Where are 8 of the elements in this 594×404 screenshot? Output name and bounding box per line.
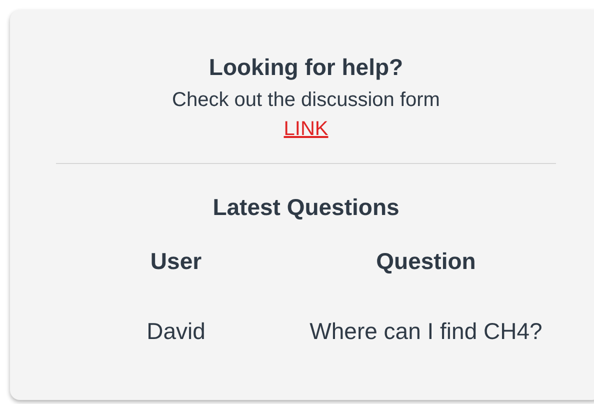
column-header: Question (376, 247, 476, 276)
help-title: Looking for help? (208, 53, 404, 82)
section-title: Latest Questions (212, 193, 400, 222)
table-cell-text: Where can I find CH4? (310, 317, 542, 346)
column-header: User (150, 247, 202, 276)
help-text: Check out the discussion form (172, 88, 440, 113)
discussion-link[interactable]: LINK (284, 115, 328, 143)
table-cell-text: David (146, 317, 206, 346)
